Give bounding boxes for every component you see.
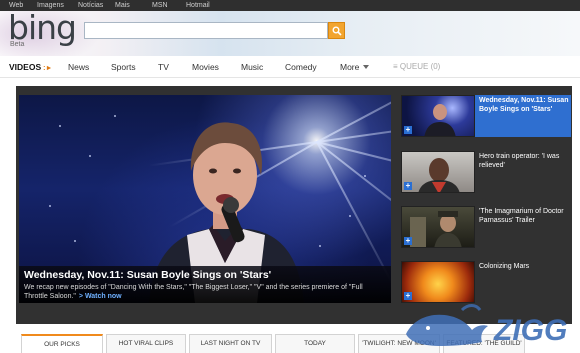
chevron-down-icon <box>363 65 370 69</box>
nav-sports[interactable]: Sports <box>111 56 136 78</box>
videos-arrow-icon: :► <box>43 65 53 72</box>
topnav-hotmail[interactable]: Hotmail <box>186 0 210 11</box>
topnav-msn[interactable]: MSN <box>152 0 168 11</box>
side-video-title: Wednesday, Nov.11: Susan Boyle Sings on … <box>479 97 569 113</box>
nav-music[interactable]: Music <box>241 56 263 78</box>
watch-now-link[interactable]: > Watch now <box>79 293 122 300</box>
thumbnail-art <box>418 158 460 192</box>
video-thumbnail: + <box>401 95 475 137</box>
video-thumbnail: + <box>401 206 475 248</box>
sparkle <box>364 175 366 177</box>
side-video-item-2[interactable]: + Hero train operator: 'I was relieved' <box>401 151 571 193</box>
tab-today[interactable]: TODAY <box>275 334 355 353</box>
nav-movies[interactable]: Movies <box>192 56 219 78</box>
sparkle <box>89 155 91 157</box>
sparkle <box>319 245 321 247</box>
header: Web Imagens Notícias Mais MSN Hotmail bi… <box>0 0 580 56</box>
side-video-title: Hero train operator: 'I was relieved' <box>479 153 560 169</box>
nav-tv[interactable]: TV <box>158 56 169 78</box>
side-video-item-3[interactable]: + 'The Imagmarium of Doctor Parnassus' T… <box>401 206 571 248</box>
topnav-news[interactable]: Notícias <box>78 0 103 11</box>
topnav-more[interactable]: Mais <box>115 0 130 11</box>
featured-video-caption: Wednesday, Nov.11: Susan Boyle Sings on … <box>19 266 391 303</box>
side-video-item-4[interactable]: + Colonizing Mars <box>401 261 571 303</box>
top-nav-bar: Web Imagens Notícias Mais MSN Hotmail <box>0 0 580 11</box>
sparkle <box>349 215 351 217</box>
nav-more[interactable]: More <box>340 56 370 78</box>
tab-last-night-on-tv[interactable]: LAST NIGHT ON TV <box>189 334 272 353</box>
add-to-queue-icon[interactable]: + <box>404 182 412 190</box>
bing-logo[interactable]: bing <box>8 11 77 45</box>
thumbnail-art <box>424 104 456 136</box>
sparkle <box>49 205 51 207</box>
nav-news[interactable]: News <box>68 56 89 78</box>
search-input[interactable] <box>84 22 328 39</box>
search-icon <box>332 26 342 36</box>
sparkle <box>59 125 61 127</box>
tab-hot-viral-clips[interactable]: HOT VIRAL CLIPS <box>106 334 186 353</box>
nav-videos[interactable]: VIDEOS:► <box>9 56 52 80</box>
side-video-item-1[interactable]: + Wednesday, Nov.11: Susan Boyle Sings o… <box>401 95 571 137</box>
add-to-queue-icon[interactable]: + <box>404 292 412 300</box>
zigg-watermark: ZIGG <box>406 304 567 347</box>
featured-video-description: We recap new episodes of "Dancing With t… <box>24 284 363 300</box>
add-to-queue-icon[interactable]: + <box>404 237 412 245</box>
side-video-title: Colonizing Mars <box>479 263 530 270</box>
video-thumbnail: + <box>401 151 475 193</box>
nav-comedy[interactable]: Comedy <box>285 56 317 78</box>
queue-link[interactable]: ≡ QUEUE (0) <box>393 56 440 78</box>
video-category-nav: VIDEOS:► News Sports TV Movies Music Com… <box>0 56 580 78</box>
sparkle <box>74 240 76 242</box>
featured-video-title[interactable]: Wednesday, Nov.11: Susan Boyle Sings on … <box>24 269 386 282</box>
tab-our-picks[interactable]: OUR PICKS <box>21 334 103 353</box>
side-video-title: 'The Imagmarium of Doctor Parnassus' Tra… <box>479 208 564 224</box>
search-button[interactable] <box>328 22 345 39</box>
logo-beta-label: Beta <box>10 41 25 48</box>
video-thumbnail: + <box>401 261 475 303</box>
thumbnail-art <box>410 211 462 247</box>
sparkle <box>114 115 116 117</box>
add-to-queue-icon[interactable]: + <box>404 126 412 134</box>
watermark-text: ZIGG <box>493 314 567 347</box>
